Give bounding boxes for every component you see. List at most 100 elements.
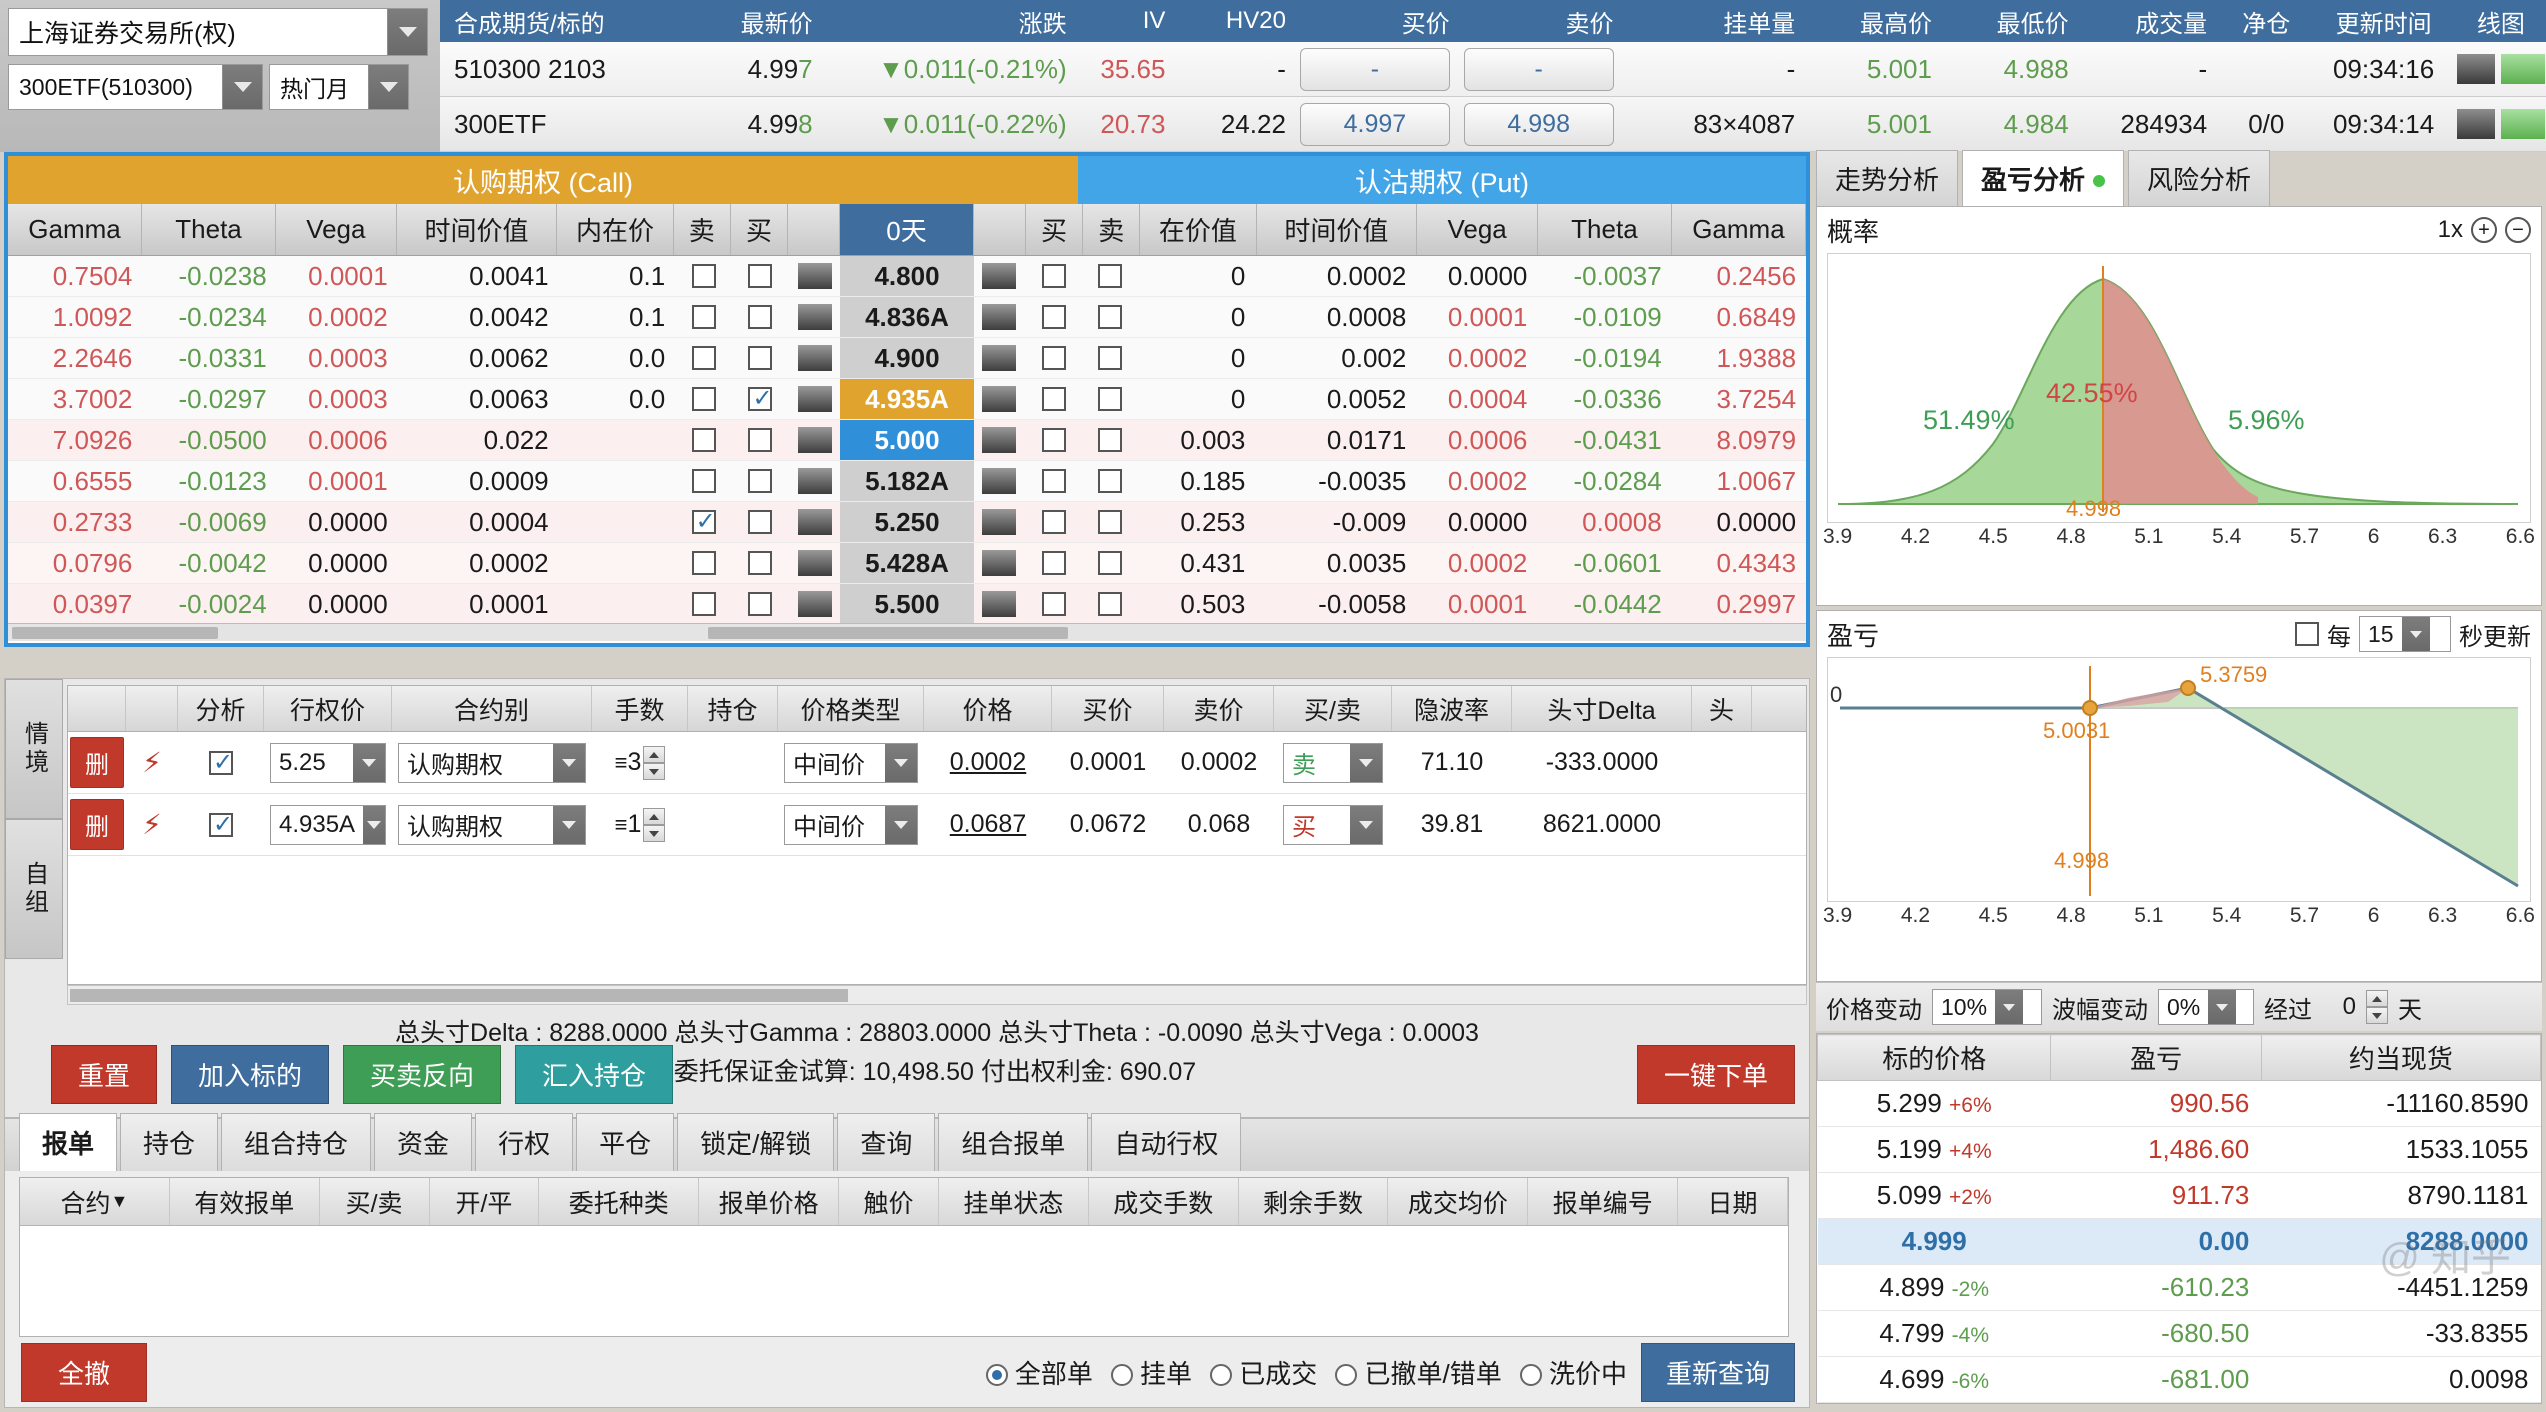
chevron-down-icon[interactable] (387, 9, 427, 55)
call-col-6[interactable]: 买 (731, 204, 789, 255)
requery-button[interactable]: 重新查询 (1640, 1342, 1795, 1402)
reverse-side-button[interactable]: 买卖反向 (343, 1045, 502, 1104)
stepper-up-icon[interactable] (643, 807, 666, 825)
analysis-checkbox[interactable] (209, 810, 233, 839)
row-checkbox[interactable] (748, 346, 773, 370)
strike-cell[interactable]: 5.428A (840, 543, 974, 583)
chain-row[interactable]: 0.0397 -0.0024 0.0000 0.0001 5.500 0.503 -0.00… (8, 584, 1806, 625)
order-tab-组合报单[interactable]: 组合报单 (938, 1113, 1089, 1171)
strike-cell[interactable]: 5.182A (840, 461, 974, 501)
zoom-out-icon[interactable]: − (2505, 217, 2531, 243)
sparkline-icon[interactable] (982, 550, 1017, 576)
row-checkbox[interactable] (1098, 387, 1123, 411)
contract-type-select[interactable]: 认购期权 (398, 742, 586, 783)
side-select[interactable]: 卖 (1283, 742, 1383, 783)
row-checkbox[interactable] (1098, 346, 1123, 370)
filter-option-洗价中[interactable]: 洗价中 (1519, 1354, 1627, 1391)
row-checkbox[interactable] (1041, 428, 1066, 452)
price-button[interactable]: - (1463, 47, 1614, 91)
pnl-table-row[interactable]: 4.799 -4% -680.50 -33.8355 (1817, 1310, 2541, 1357)
radio-icon[interactable] (1519, 1363, 1542, 1386)
strike-select[interactable]: 4.935A (270, 804, 386, 845)
call-col-1[interactable]: Theta (142, 204, 277, 255)
chain-row[interactable]: 1.0092 -0.0234 0.0002 0.0042 0.1 4.836A 0 0.000… (8, 297, 1806, 338)
quote-row[interactable]: 510300 2103 4.997 ▼0.011(-0.21%) 35.65- - - -5… (440, 42, 2546, 97)
sparkline-icon[interactable] (982, 468, 1017, 494)
orders-col-4[interactable]: 委托种类 (539, 1178, 700, 1225)
reset-button[interactable]: 重置 (51, 1045, 158, 1104)
row-checkbox[interactable] (1041, 387, 1066, 411)
scroll-thumb-left[interactable] (12, 627, 218, 639)
chain-row[interactable]: 7.0926 -0.0500 0.0006 0.022 5.000 0.003 0.0171… (8, 420, 1806, 461)
row-checkbox[interactable] (1098, 264, 1123, 288)
chevron-down-icon[interactable] (353, 743, 385, 782)
order-tab-持仓[interactable]: 持仓 (120, 1113, 219, 1171)
lots-stepper[interactable]: ≡ 3 (615, 745, 666, 780)
import-positions-button[interactable]: 汇入持仓 (515, 1045, 674, 1104)
orders-col-0[interactable]: 合约 ▼ (20, 1178, 170, 1225)
sparkline-icon[interactable] (797, 591, 832, 617)
filter-option-挂单[interactable]: 挂单 (1110, 1354, 1192, 1391)
row-checkbox[interactable] (1098, 469, 1123, 493)
put-col-2[interactable]: 卖 (1083, 204, 1141, 255)
filter-option-已撤单/错单[interactable]: 已撤单/错单 (1335, 1354, 1502, 1391)
filter-option-已成交[interactable]: 已成交 (1210, 1354, 1317, 1391)
tab-custom[interactable]: 自组 (5, 819, 63, 959)
chain-row[interactable]: 2.2646 -0.0331 0.0003 0.0062 0.0 4.900 0 0.002 0… (8, 338, 1806, 379)
analysis-tab-风险分析[interactable]: 风险分析 (2128, 150, 2271, 206)
analysis-checkbox[interactable] (209, 748, 233, 777)
price-button[interactable]: 4.997 (1299, 102, 1450, 146)
stepper-down-icon[interactable] (643, 824, 666, 842)
chevron-down-icon[interactable] (1995, 990, 2024, 1024)
stepper-down-icon[interactable] (2366, 1007, 2388, 1024)
sparkline-icon[interactable] (797, 386, 832, 412)
call-col-3[interactable]: 时间价值 (397, 204, 558, 255)
orders-col-8[interactable]: 成交手数 (1089, 1178, 1239, 1225)
radio-icon[interactable] (1110, 1363, 1133, 1386)
strike-cell[interactable]: 5.250 (840, 502, 974, 542)
row-checkbox[interactable] (748, 551, 773, 575)
sparkline-icon[interactable] (797, 509, 832, 535)
row-checkbox[interactable] (1041, 510, 1066, 534)
row-checkbox[interactable] (748, 384, 773, 413)
tab-scenario[interactable]: 情境 (5, 679, 63, 819)
sparkline-icon[interactable] (797, 345, 832, 371)
row-checkbox[interactable] (748, 264, 773, 288)
order-tab-组合持仓[interactable]: 组合持仓 (221, 1113, 372, 1171)
row-checkbox[interactable] (691, 387, 716, 411)
quick-action-icon[interactable]: ⚡ (142, 808, 162, 841)
contract-type-select[interactable]: 认购期权 (398, 804, 586, 845)
strike-cell[interactable]: 5.500 (840, 584, 974, 624)
orders-col-7[interactable]: 挂单状态 (939, 1178, 1089, 1225)
strike-cell[interactable]: 5.000 (840, 420, 974, 460)
strike-cell[interactable]: 4.836A (840, 297, 974, 337)
quick-action-icon[interactable]: ⚡ (142, 746, 162, 779)
call-col-7[interactable] (788, 204, 840, 255)
price-type-select[interactable]: 中间价 (784, 742, 918, 783)
put-col-3[interactable]: 在价值 (1140, 204, 1257, 255)
sparkline-icon[interactable] (797, 304, 832, 330)
call-col-2[interactable]: Vega (276, 204, 397, 255)
sparkline-icon[interactable] (982, 263, 1017, 289)
strike-cell[interactable]: 4.935A (840, 379, 974, 419)
row-checkbox[interactable] (691, 469, 716, 493)
price-button[interactable]: - (1299, 47, 1450, 91)
scroll-thumb-right[interactable] (708, 627, 1068, 639)
row-checkbox[interactable] (748, 305, 773, 329)
chevron-down-icon[interactable] (553, 805, 585, 844)
order-tab-资金[interactable]: 资金 (374, 1113, 473, 1171)
row-checkbox[interactable] (691, 592, 716, 616)
sparkline-icon[interactable] (982, 345, 1017, 371)
chevron-down-icon[interactable] (2401, 617, 2430, 651)
row-checkbox[interactable] (691, 428, 716, 452)
strategy-scrollbar[interactable] (67, 985, 1807, 1005)
row-checkbox[interactable] (1041, 264, 1066, 288)
sparkline-icon[interactable] (797, 427, 832, 453)
row-checkbox[interactable] (1098, 428, 1123, 452)
row-checkbox[interactable] (691, 346, 716, 370)
sparkline-icon[interactable] (982, 386, 1017, 412)
orders-col-11[interactable]: 报单编号 (1528, 1178, 1679, 1225)
delete-row-button[interactable]: 删 (70, 737, 124, 788)
pnl-table-row[interactable]: 5.299 +6% 990.56 -11160.8590 (1817, 1080, 2541, 1127)
chevron-down-icon[interactable] (553, 743, 585, 782)
